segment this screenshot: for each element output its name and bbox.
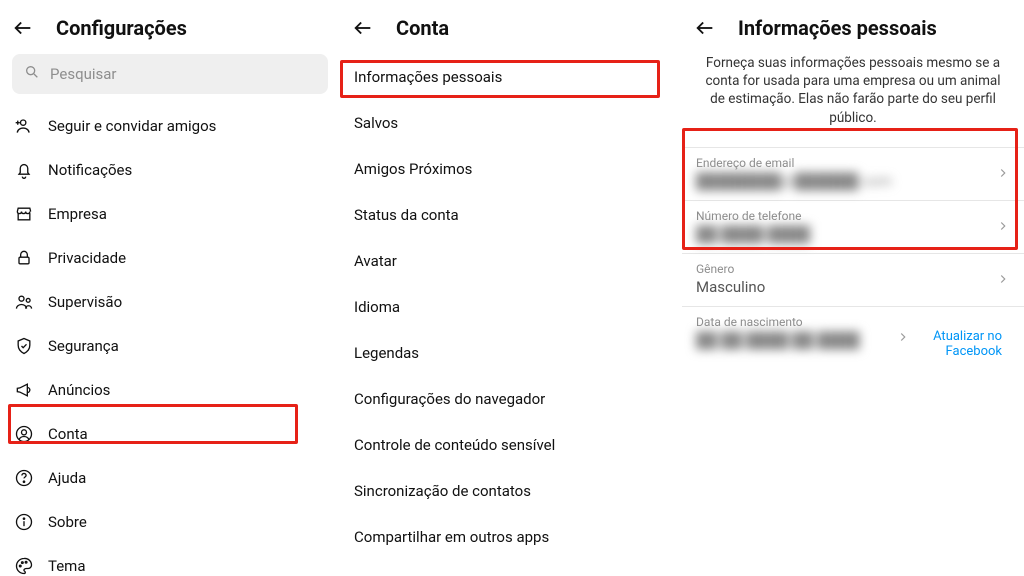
shield-icon (14, 336, 34, 356)
palette-icon (14, 556, 34, 576)
account-item-captions[interactable]: Legendas (340, 330, 682, 376)
account-panel: Conta Informações pessoais Salvos Amigos… (340, 0, 682, 576)
account-item-language[interactable]: Idioma (340, 284, 682, 330)
lock-icon (14, 248, 34, 268)
phone-value: ██ ████-████ (696, 225, 996, 243)
personal-info-header: Informações pessoais (682, 8, 1024, 54)
info-icon (14, 512, 34, 532)
personal-info-title: Informações pessoais (738, 16, 937, 40)
account-item-share-other-apps[interactable]: Compartilhar em outros apps (340, 514, 682, 560)
settings-item-account[interactable]: Conta (0, 412, 340, 456)
settings-title: Configurações (56, 16, 187, 40)
help-icon (14, 468, 34, 488)
user-circle-icon (14, 424, 34, 444)
settings-item-label: Notificações (48, 161, 132, 179)
personal-info-description: Forneça suas informações pessoais mesmo … (682, 54, 1024, 139)
settings-item-label: Privacidade (48, 249, 126, 267)
update-facebook-link[interactable]: Atualizar no Facebook (910, 315, 1010, 359)
search-placeholder: Pesquisar (50, 65, 117, 83)
storefront-icon (14, 204, 34, 224)
personal-info-panel: Informações pessoais Forneça suas inform… (682, 0, 1024, 576)
settings-item-label: Conta (48, 425, 88, 443)
chevron-right-icon (996, 166, 1010, 180)
settings-item-label: Anúncios (48, 381, 110, 399)
back-icon[interactable] (352, 17, 374, 39)
chevron-right-icon (996, 219, 1010, 233)
settings-panel: Configurações Pesquisar Seguir e convida… (0, 0, 340, 576)
settings-item-business[interactable]: Empresa (0, 192, 340, 236)
email-label: Endereço de email (696, 156, 996, 170)
chevron-right-icon (896, 315, 910, 348)
settings-item-follow-invite[interactable]: Seguir e convidar amigos (0, 104, 340, 148)
settings-item-notifications[interactable]: Notificações (0, 148, 340, 192)
phone-label: Número de telefone (696, 209, 996, 223)
search-input[interactable]: Pesquisar (12, 54, 328, 94)
bell-icon (14, 160, 34, 180)
dob-label: Data de nascimento (696, 315, 896, 329)
email-value: ████████@██████.com (696, 172, 996, 190)
account-header: Conta (340, 8, 682, 54)
back-icon[interactable] (694, 17, 716, 39)
settings-item-ads[interactable]: Anúncios (0, 368, 340, 412)
phone-field[interactable]: Número de telefone ██ ████-████ (682, 201, 1024, 254)
gender-value: Masculino (696, 278, 996, 296)
account-item-personal-info[interactable]: Informações pessoais (340, 54, 682, 100)
search-icon (24, 64, 40, 84)
people-icon (14, 292, 34, 312)
account-item-cellular-data[interactable]: Uso de dados do celular (340, 560, 682, 576)
chevron-right-icon (996, 272, 1010, 286)
back-icon[interactable] (12, 17, 34, 39)
account-title: Conta (396, 16, 449, 40)
account-item-saved[interactable]: Salvos (340, 100, 682, 146)
dob-value: ██ ██ ████ ██ ████ (696, 331, 896, 349)
account-item-account-status[interactable]: Status da conta (340, 192, 682, 238)
settings-item-privacy[interactable]: Privacidade (0, 236, 340, 280)
settings-item-label: Supervisão (48, 293, 122, 311)
settings-header: Configurações (0, 8, 340, 54)
dob-field[interactable]: Data de nascimento ██ ██ ████ ██ ████ At… (682, 307, 1024, 369)
add-user-icon (14, 116, 34, 136)
settings-item-label: Tema (48, 557, 86, 575)
gender-field[interactable]: Gênero Masculino (682, 254, 1024, 307)
account-item-contact-sync[interactable]: Sincronização de contatos (340, 468, 682, 514)
account-item-avatar[interactable]: Avatar (340, 238, 682, 284)
email-field[interactable]: Endereço de email ████████@██████.com (682, 148, 1024, 201)
account-item-sensitive-content[interactable]: Controle de conteúdo sensível (340, 422, 682, 468)
settings-item-help[interactable]: Ajuda (0, 456, 340, 500)
settings-item-about[interactable]: Sobre (0, 500, 340, 544)
settings-item-label: Ajuda (48, 469, 86, 487)
settings-item-label: Seguir e convidar amigos (48, 117, 216, 135)
megaphone-icon (14, 380, 34, 400)
settings-item-label: Empresa (48, 205, 107, 223)
account-item-close-friends[interactable]: Amigos Próximos (340, 146, 682, 192)
account-item-browser-settings[interactable]: Configurações do navegador (340, 376, 682, 422)
settings-item-label: Sobre (48, 513, 87, 531)
settings-item-theme[interactable]: Tema (0, 544, 340, 576)
settings-item-label: Segurança (48, 337, 119, 355)
gender-label: Gênero (696, 262, 996, 276)
settings-item-security[interactable]: Segurança (0, 324, 340, 368)
settings-item-supervision[interactable]: Supervisão (0, 280, 340, 324)
